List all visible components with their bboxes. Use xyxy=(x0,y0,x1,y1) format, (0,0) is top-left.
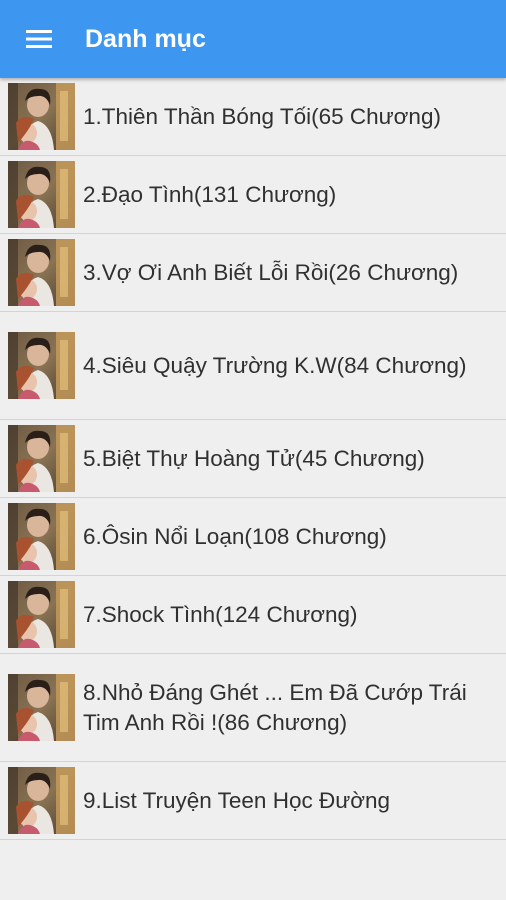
cover-thumbnail xyxy=(8,425,75,492)
cover-thumbnail xyxy=(8,503,75,570)
list-item[interactable]: 5.Biệt Thự Hoàng Tử(45 Chương) xyxy=(0,420,506,498)
list-item-label: 7.Shock Tình(124 Chương) xyxy=(83,601,358,627)
chapter-list: 1.Thiên Thần Bóng Tối(65 Chương) 2.Đạo T… xyxy=(0,78,506,840)
cover-thumbnail xyxy=(8,767,75,834)
cover-thumbnail xyxy=(8,239,75,306)
list-item[interactable]: 1.Thiên Thần Bóng Tối(65 Chương) xyxy=(0,78,506,156)
list-item-label: 9.List Truyện Teen Học Đường xyxy=(83,787,391,813)
cover-thumbnail xyxy=(8,332,75,399)
list-item-label: 5.Biệt Thự Hoàng Tử(45 Chương) xyxy=(83,445,425,471)
list-item[interactable]: 8.Nhỏ Đáng Ghét ... Em Đã Cướp Trái Tim … xyxy=(0,654,506,762)
cover-thumbnail xyxy=(8,581,75,648)
list-item[interactable]: 6.Ôsin Nổi Loạn(108 Chương) xyxy=(0,498,506,576)
cover-thumbnail xyxy=(8,674,75,741)
list-item[interactable]: 9.List Truyện Teen Học Đường xyxy=(0,762,506,840)
list-item-label: 8.Nhỏ Đáng Ghét ... Em Đã Cướp Trái Tim … xyxy=(83,679,467,735)
list-item[interactable]: 4.Siêu Quậy Trường K.W(84 Chương) xyxy=(0,312,506,420)
cover-thumbnail xyxy=(8,161,75,228)
menu-button[interactable] xyxy=(19,19,59,59)
list-item[interactable]: 3.Vợ Ơi Anh Biết Lỗi Rồi(26 Chương) xyxy=(0,234,506,312)
list-item-label: 4.Siêu Quậy Trường K.W(84 Chương) xyxy=(83,352,467,378)
hamburger-menu-icon xyxy=(26,30,52,48)
page-title: Danh mục xyxy=(85,24,206,53)
list-item-label: 6.Ôsin Nổi Loạn(108 Chương) xyxy=(83,523,387,549)
list-item[interactable]: 7.Shock Tình(124 Chương) xyxy=(0,576,506,654)
cover-thumbnail xyxy=(8,83,75,150)
list-item[interactable]: 2.Đạo Tình(131 Chương) xyxy=(0,156,506,234)
list-item-label: 2.Đạo Tình(131 Chương) xyxy=(83,181,337,207)
app-bar: Danh mục xyxy=(0,0,506,78)
list-item-label: 3.Vợ Ơi Anh Biết Lỗi Rồi(26 Chương) xyxy=(83,259,459,285)
list-item-label: 1.Thiên Thần Bóng Tối(65 Chương) xyxy=(83,103,441,129)
